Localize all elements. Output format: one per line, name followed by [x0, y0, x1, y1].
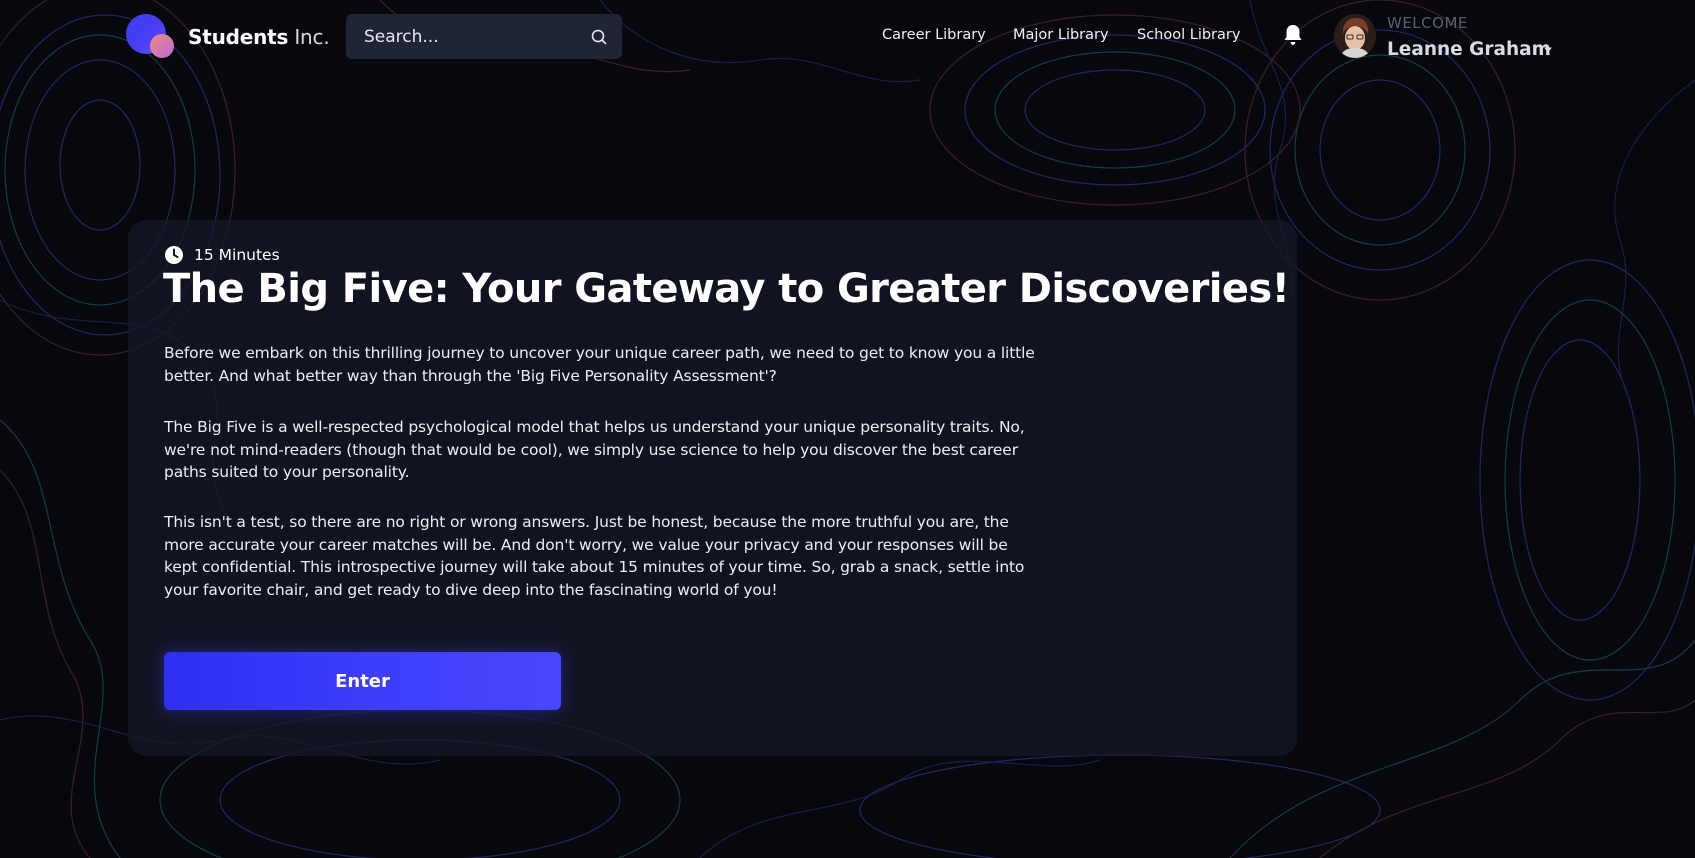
- big-five-paragraph: The Big Five is a well-respected psychol…: [164, 418, 1025, 481]
- clock-icon: [165, 246, 183, 264]
- enter-button[interactable]: Enter: [164, 652, 561, 710]
- intro-paragraph: Before we embark on this thrilling journ…: [164, 344, 1035, 385]
- nav-school-library[interactable]: School Library: [1137, 27, 1240, 43]
- user-name[interactable]: Leanne Graham: [1387, 39, 1551, 60]
- search-bar: [346, 14, 622, 59]
- duration-info: 15 Minutes: [164, 245, 280, 265]
- welcome-label: WELCOME: [1387, 14, 1468, 32]
- brand-name-main: Students: [188, 25, 289, 49]
- search-icon[interactable]: [590, 28, 608, 46]
- brand-logo[interactable]: Students Inc.: [126, 14, 330, 60]
- logo-mark-icon: [126, 14, 176, 60]
- instructions-paragraph: This isn't a test, so there are no right…: [164, 513, 1025, 599]
- nav-career-library[interactable]: Career Library: [882, 27, 986, 43]
- brand-name: Students Inc.: [188, 25, 330, 49]
- brand-name-suffix: Inc.: [288, 25, 330, 49]
- search-input[interactable]: [364, 26, 590, 47]
- caret-down-icon[interactable]: [1543, 46, 1553, 54]
- avatar[interactable]: [1334, 14, 1376, 58]
- nav-major-library[interactable]: Major Library: [1013, 27, 1109, 43]
- page-title: The Big Five: Your Gateway to Greater Di…: [163, 266, 1290, 312]
- page: Students Inc. Career Library Major Libra…: [0, 0, 1695, 858]
- bell-icon[interactable]: [1282, 23, 1304, 47]
- duration-text: 15 Minutes: [194, 246, 280, 264]
